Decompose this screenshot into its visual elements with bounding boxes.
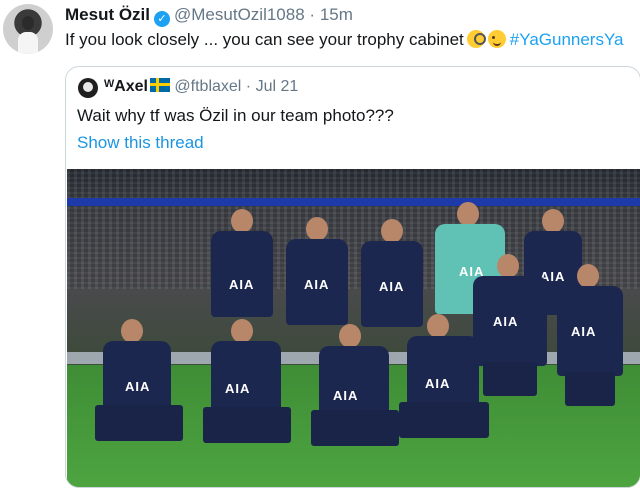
tweet-text: If you look closely ... you can see your… [65, 30, 624, 50]
author-handle[interactable]: @MesutOzil1088 [174, 5, 305, 24]
quoted-tweet-card[interactable]: ᵂAxel @ftblaxel · Jul 21 Wait why tf was… [65, 66, 640, 488]
quoted-separator-dot: · [245, 78, 252, 95]
separator-dot: · [309, 5, 316, 24]
stadium-banner [67, 198, 640, 206]
shirt-sponsor: AIA [379, 279, 405, 294]
verified-badge-icon: ✓ [154, 11, 171, 27]
shirt-sponsor: AIA [571, 324, 597, 339]
shirt-sponsor: AIA [125, 379, 151, 394]
quoted-author-name[interactable]: ᵂAxel [104, 78, 148, 95]
tweet-header: Mesut Özil ✓ @MesutOzil1088 · 15m [65, 5, 353, 27]
shirt-sponsor: AIA [425, 376, 451, 391]
show-thread-link[interactable]: Show this thread [77, 133, 204, 153]
shirt-sponsor: AIA [493, 314, 519, 329]
monocle-face-emoji-icon [466, 30, 486, 48]
tweet-body: If you look closely ... you can see your… [65, 30, 464, 49]
shirt-sponsor: AIA [304, 277, 330, 292]
sweden-flag-icon [149, 78, 170, 92]
quoted-tweet-header: ᵂAxel @ftblaxel · Jul 21 [104, 78, 298, 96]
author-name[interactable]: Mesut Özil [65, 5, 150, 24]
quoted-tweet-text: Wait why tf was Özil in our team photo??… [77, 106, 394, 125]
quoted-author-handle[interactable]: @ftblaxel [174, 78, 241, 95]
profile-avatar[interactable] [3, 4, 53, 54]
shirt-sponsor: AIA [333, 388, 359, 403]
shirt-sponsor: AIA [229, 277, 255, 292]
hashtag-link[interactable]: #YaGunnersYa [510, 30, 624, 49]
winking-face-emoji-icon [487, 30, 506, 48]
team-photo[interactable]: AIA AIA AIA AIA AIA AIA AIA AIA AIA AIA … [67, 169, 640, 487]
quoted-author-avatar[interactable] [78, 78, 98, 98]
shirt-sponsor: AIA [225, 381, 251, 396]
tweet-time[interactable]: 15m [320, 5, 353, 24]
quoted-tweet-date[interactable]: Jul 21 [256, 78, 299, 95]
